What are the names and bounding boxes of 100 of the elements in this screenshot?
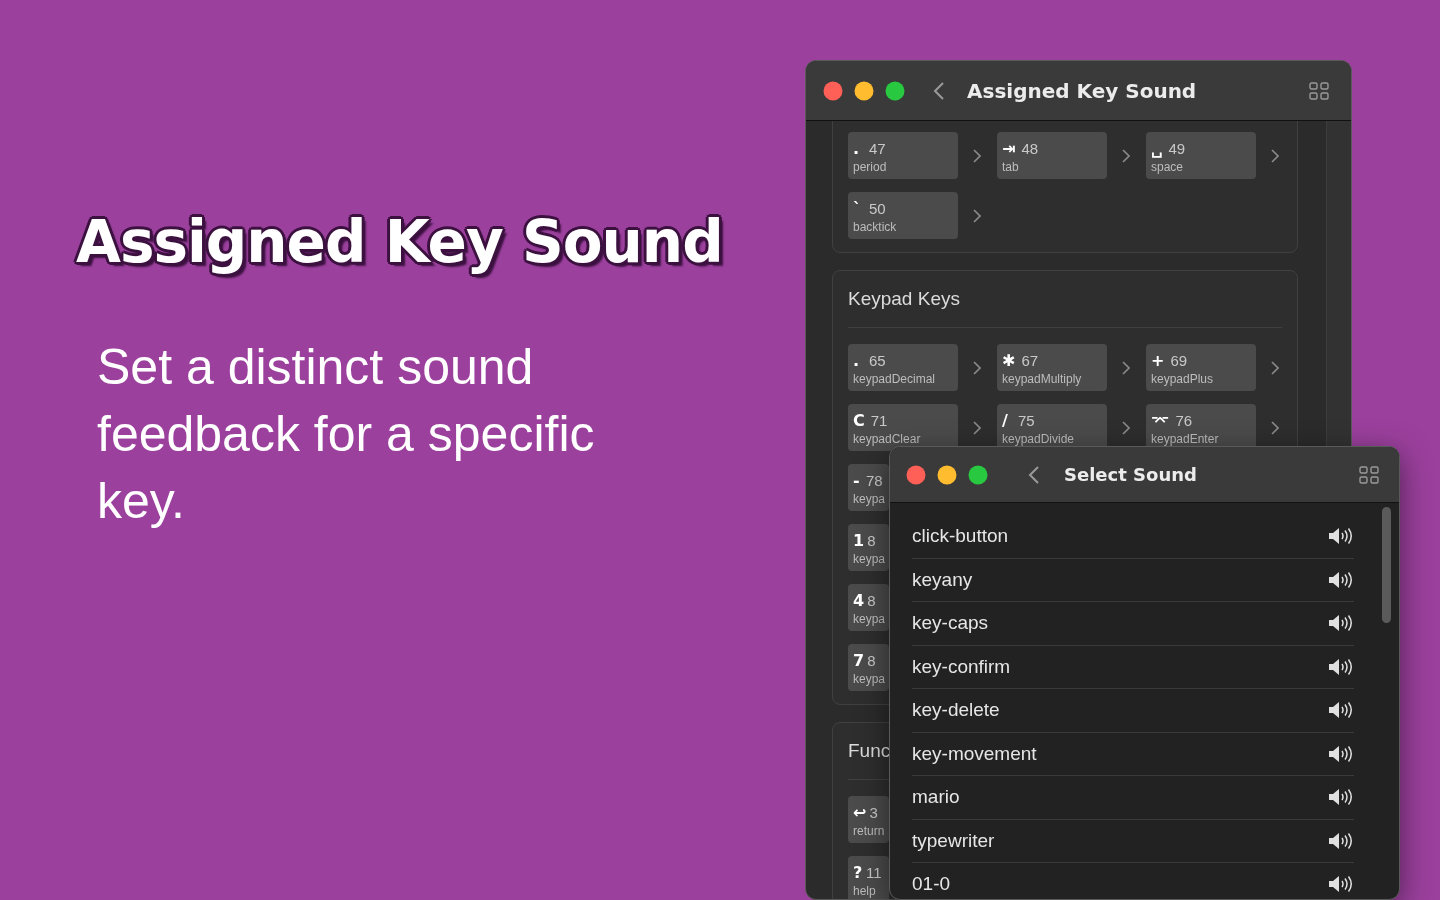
close-icon[interactable]: [823, 80, 843, 101]
key-symbol: C: [853, 410, 865, 430]
chevron-right-icon[interactable]: [1271, 420, 1279, 435]
key-name: keypadEnter: [1151, 432, 1220, 446]
speaker-icon[interactable]: [1328, 788, 1354, 807]
speaker-icon[interactable]: [1328, 831, 1354, 850]
chevron-right-icon[interactable]: [973, 420, 981, 435]
key-name: keypa: [853, 612, 887, 626]
sound-row[interactable]: key-delete: [912, 689, 1354, 733]
key-card[interactable]: ? 11 help: [848, 856, 889, 899]
close-icon[interactable]: [906, 464, 926, 485]
speaker-icon[interactable]: [1328, 744, 1354, 763]
chevron-right-icon[interactable]: [973, 208, 981, 223]
key-card[interactable]: ␣ 49 space: [1146, 132, 1256, 179]
key-code: 8: [867, 651, 876, 669]
key-symbol: .: [853, 350, 861, 370]
key-card[interactable]: 1 8 keypa: [848, 524, 889, 571]
back-icon[interactable]: [933, 80, 945, 101]
key-card[interactable]: C 71 keypadClear: [848, 404, 958, 451]
chevron-right-icon[interactable]: [973, 360, 981, 375]
key-code: 76: [1175, 411, 1193, 429]
chevron-right-icon[interactable]: [1271, 360, 1279, 375]
key-name: keypa: [853, 672, 887, 686]
sound-row[interactable]: keyany: [912, 558, 1354, 602]
window-title: Assigned Key Sound: [967, 78, 1197, 103]
key-code: 75: [1018, 411, 1035, 429]
key-name: keypa: [853, 552, 887, 566]
key-code: 49: [1168, 139, 1186, 157]
key-symbol: -: [853, 470, 861, 490]
sound-row[interactable]: key-movement: [912, 732, 1354, 776]
key-name: keypadDecimal: [853, 372, 937, 386]
sound-row[interactable]: key-confirm: [912, 645, 1354, 689]
key-symbol: 4: [853, 590, 865, 610]
minimize-icon[interactable]: [937, 464, 957, 485]
key-card[interactable]: - 78 keypa: [848, 464, 889, 511]
key-name: tab: [1002, 160, 1020, 174]
key-name: return: [853, 824, 886, 838]
speaker-icon[interactable]: [1328, 527, 1354, 546]
chevron-right-icon[interactable]: [973, 148, 981, 163]
key-name: help: [853, 884, 877, 898]
sound-row[interactable]: 01-0: [912, 863, 1354, 899]
chevron-right-icon[interactable]: [1122, 148, 1130, 163]
back-icon[interactable]: [1028, 464, 1040, 485]
key-symbol: .: [853, 138, 861, 158]
key-name: backtick: [853, 220, 898, 234]
section-heading: Keypad Keys: [848, 271, 1282, 328]
key-symbol: ⇥: [1002, 138, 1016, 158]
key-code: 69: [1170, 351, 1188, 369]
key-code: 50: [869, 199, 886, 217]
key-name: keypadDivide: [1002, 432, 1076, 446]
key-card[interactable]: ` 50 backtick: [848, 192, 958, 239]
speaker-icon[interactable]: [1328, 570, 1354, 589]
key-name: keypa: [853, 492, 887, 506]
sound-row[interactable]: key-caps: [912, 602, 1354, 646]
speaker-icon[interactable]: [1328, 614, 1354, 633]
key-code: 71: [870, 411, 888, 429]
key-symbol: 1: [853, 530, 865, 550]
key-code: 48: [1021, 139, 1039, 157]
key-card[interactable]: ✱ 67 keypadMultiply: [997, 344, 1107, 391]
speaker-icon[interactable]: [1328, 701, 1354, 720]
key-symbol: ✱: [1002, 350, 1016, 370]
key-card[interactable]: 4 8 keypa: [848, 584, 889, 631]
grid-icon[interactable]: [1359, 465, 1379, 484]
scrollbar-thumb[interactable]: [1382, 507, 1391, 623]
key-code: 65: [869, 351, 886, 369]
key-name: period: [853, 160, 888, 174]
key-card[interactable]: . 65 keypadDecimal: [848, 344, 958, 391]
key-symbol: /: [1002, 410, 1009, 430]
key-code: 11: [866, 863, 882, 881]
speaker-icon[interactable]: [1328, 875, 1354, 894]
tagline: Set a distinct sound feedback for a specific key.: [97, 338, 596, 531]
key-code: 67: [1021, 351, 1039, 369]
key-code: 8: [867, 531, 876, 549]
minimize-icon[interactable]: [854, 80, 874, 101]
chevron-right-icon[interactable]: [1122, 360, 1130, 375]
key-code: 78: [866, 471, 883, 489]
key-code: 47: [869, 139, 886, 157]
sound-row[interactable]: typewriter: [912, 819, 1354, 863]
zoom-icon[interactable]: [968, 464, 988, 485]
chevron-right-icon[interactable]: [1122, 420, 1130, 435]
key-card[interactable]: + 69 keypadPlus: [1146, 344, 1256, 391]
zoom-icon[interactable]: [885, 80, 905, 101]
key-symbol: +: [1151, 350, 1165, 370]
key-card[interactable]: ⇥ 48 tab: [997, 132, 1107, 179]
sound-row[interactable]: mario: [912, 776, 1354, 820]
key-symbol: ↩: [853, 802, 867, 822]
key-card[interactable]: ↩ 3 return: [848, 796, 889, 843]
grid-icon[interactable]: [1309, 81, 1329, 100]
key-card[interactable]: 7 8 keypa: [848, 644, 889, 691]
key-card[interactable]: . 47 period: [848, 132, 958, 179]
chevron-right-icon[interactable]: [1271, 148, 1279, 163]
key-symbol: `: [853, 198, 862, 218]
key-name: keypadMultiply: [1002, 372, 1083, 386]
key-symbol: 7: [853, 650, 865, 670]
key-name: keypadClear: [853, 432, 922, 446]
window-title: Select Sound: [1064, 464, 1197, 485]
sound-row[interactable]: click-button: [912, 515, 1354, 559]
headline: Assigned Key Sound: [76, 208, 723, 276]
speaker-icon[interactable]: [1328, 657, 1354, 676]
key-code: 3: [869, 803, 878, 821]
